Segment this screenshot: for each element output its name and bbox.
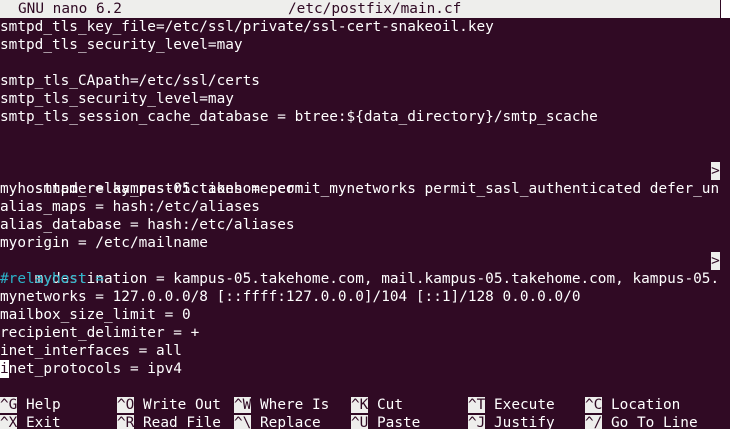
file-name: /etc/postfix/main.cf xyxy=(288,1,462,17)
text-line[interactable]: myorigin = /etc/mailname xyxy=(0,234,208,252)
text-line[interactable]: smtp_tls_session_cache_database = btree:… xyxy=(0,108,598,126)
shortcut-label: Justify xyxy=(494,415,555,429)
shortcut-label: Where Is xyxy=(260,397,330,413)
shortcut-key: ^K xyxy=(351,397,369,413)
text-line[interactable]: smtpd_tls_security_level=may xyxy=(0,36,243,54)
text-line[interactable]: mydestination = kampus-05.takehome.com, … xyxy=(0,252,720,287)
shortcut-where-is[interactable]: ^W Where Is xyxy=(234,396,329,414)
text-line[interactable]: smtp_tls_security_level=may xyxy=(0,90,234,108)
text-cursor: i xyxy=(0,360,9,378)
shortcut-label: Location xyxy=(611,397,681,413)
shortcut-key: ^G xyxy=(0,397,18,413)
shortcut-key: ^C xyxy=(585,397,603,413)
shortcut-bar-bottom: ^X Exit ^R Read File ^\ Replace ^U Paste… xyxy=(0,414,730,429)
text-line[interactable]: alias_maps = hash:/etc/aliases xyxy=(0,198,260,216)
text-line[interactable]: recipient_delimiter = + xyxy=(0,324,199,342)
shortcut-label: Exit xyxy=(26,415,61,429)
shortcut-label: Cut xyxy=(377,397,403,413)
shortcut-key: ^O xyxy=(117,397,135,413)
shortcut-key: ^R xyxy=(117,415,135,429)
shortcut-execute[interactable]: ^T Execute xyxy=(468,396,555,414)
shortcut-key: ^X xyxy=(0,415,18,429)
comment-line[interactable]: #relayhost = xyxy=(0,270,104,288)
shortcut-key: ^T xyxy=(468,397,486,413)
text-line[interactable]: mailbox_size_limit = 0 xyxy=(0,306,191,324)
overflow-marker: > xyxy=(711,252,720,270)
shortcut-cut[interactable]: ^K Cut xyxy=(351,396,403,414)
shortcut-label: Go To Line xyxy=(611,415,698,429)
shortcut-help[interactable]: ^G Help xyxy=(0,396,61,414)
line-text: mydestination = kampus-05.takehome.com, … xyxy=(34,271,720,287)
shortcut-label: Paste xyxy=(377,415,421,429)
window-edge xyxy=(721,0,730,18)
shortcut-paste[interactable]: ^U Paste xyxy=(351,414,420,429)
text-line[interactable]: smtpd_relay_restrictions = permit_mynetw… xyxy=(0,162,720,197)
cursor-line[interactable]: inet_protocols = ipv4 xyxy=(0,360,182,378)
shortcut-location[interactable]: ^C Location xyxy=(585,396,680,414)
line-text: net_protocols = ipv4 xyxy=(8,361,182,377)
shortcut-replace[interactable]: ^\ Replace xyxy=(234,414,321,429)
app-title: GNU nano 6.2 xyxy=(18,1,122,17)
shortcut-key: ^J xyxy=(468,415,486,429)
shortcut-key: ^W xyxy=(234,397,252,413)
text-line[interactable]: alias_database = hash:/etc/aliases xyxy=(0,216,295,234)
shortcut-key: ^U xyxy=(351,415,369,429)
shortcut-label: Read File xyxy=(143,415,221,429)
text-line[interactable]: myhostname = kampus-05.takehome.com xyxy=(0,180,303,198)
shortcut-go-to-line[interactable]: ^/ Go To Line xyxy=(585,414,698,429)
shortcut-label: Replace xyxy=(260,415,321,429)
text-line[interactable]: mynetworks = 127.0.0.0/8 [::ffff:127.0.0… xyxy=(0,288,580,306)
shortcut-read-file[interactable]: ^R Read File xyxy=(117,414,221,429)
shortcut-key: ^\ xyxy=(234,415,252,429)
text-line[interactable]: inet_interfaces = all xyxy=(0,342,182,360)
shortcut-key: ^/ xyxy=(585,415,603,429)
title-bar: GNU nano 6.2 /etc/postfix/main.cf xyxy=(0,0,720,18)
shortcut-bar-top: ^G Help ^O Write Out ^W Where Is ^K Cut … xyxy=(0,396,730,414)
shortcut-label: Write Out xyxy=(143,397,221,413)
nano-terminal[interactable]: GNU nano 6.2 /etc/postfix/main.cf smtpd_… xyxy=(0,0,730,429)
shortcut-write-out[interactable]: ^O Write Out xyxy=(117,396,221,414)
overflow-marker: > xyxy=(711,162,720,180)
text-line[interactable]: smtpd_tls_key_file=/etc/ssl/private/ssl-… xyxy=(0,18,494,36)
shortcut-justify[interactable]: ^J Justify xyxy=(468,414,555,429)
text-line[interactable]: smtp_tls_CApath=/etc/ssl/certs xyxy=(0,72,260,90)
shortcut-label: Execute xyxy=(494,397,555,413)
shortcut-label: Help xyxy=(26,397,61,413)
shortcut-exit[interactable]: ^X Exit xyxy=(0,414,61,429)
